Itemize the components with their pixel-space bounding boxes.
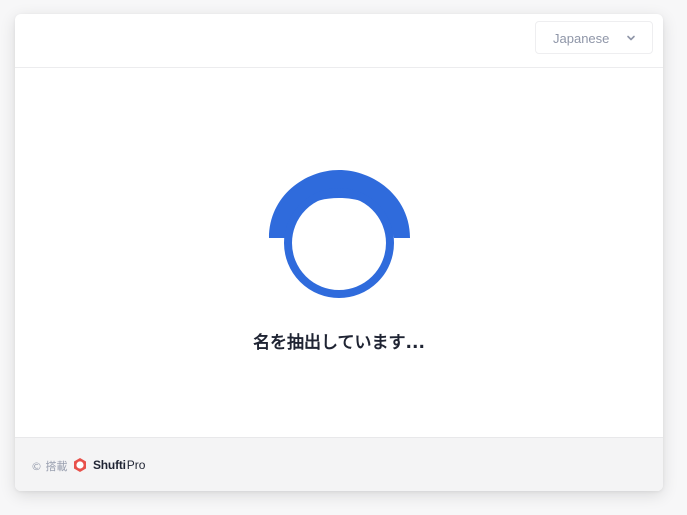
brand-suffix: Pro: [126, 458, 146, 472]
status-message: 名を抽出しています...: [253, 333, 425, 353]
card-header: Japanese: [15, 14, 663, 68]
language-select-value: Japanese: [553, 31, 610, 46]
chevron-down-icon: [627, 35, 635, 41]
main-content: 名を抽出しています...: [15, 68, 663, 438]
card-footer: © 搭載 Shufti Pro: [15, 437, 663, 491]
language-select[interactable]: Japanese: [535, 21, 653, 54]
verification-card: Japanese 名を抽出しています... © 搭載 Shufti Pro: [15, 14, 663, 491]
loading-spinner-icon: [269, 170, 410, 298]
shufti-pro-logo-icon: [74, 458, 86, 472]
powered-by-label: © 搭載: [31, 460, 68, 473]
brand-name: Shufti: [93, 458, 126, 472]
shufti-pro-logo[interactable]: Shufti Pro: [72, 456, 145, 474]
